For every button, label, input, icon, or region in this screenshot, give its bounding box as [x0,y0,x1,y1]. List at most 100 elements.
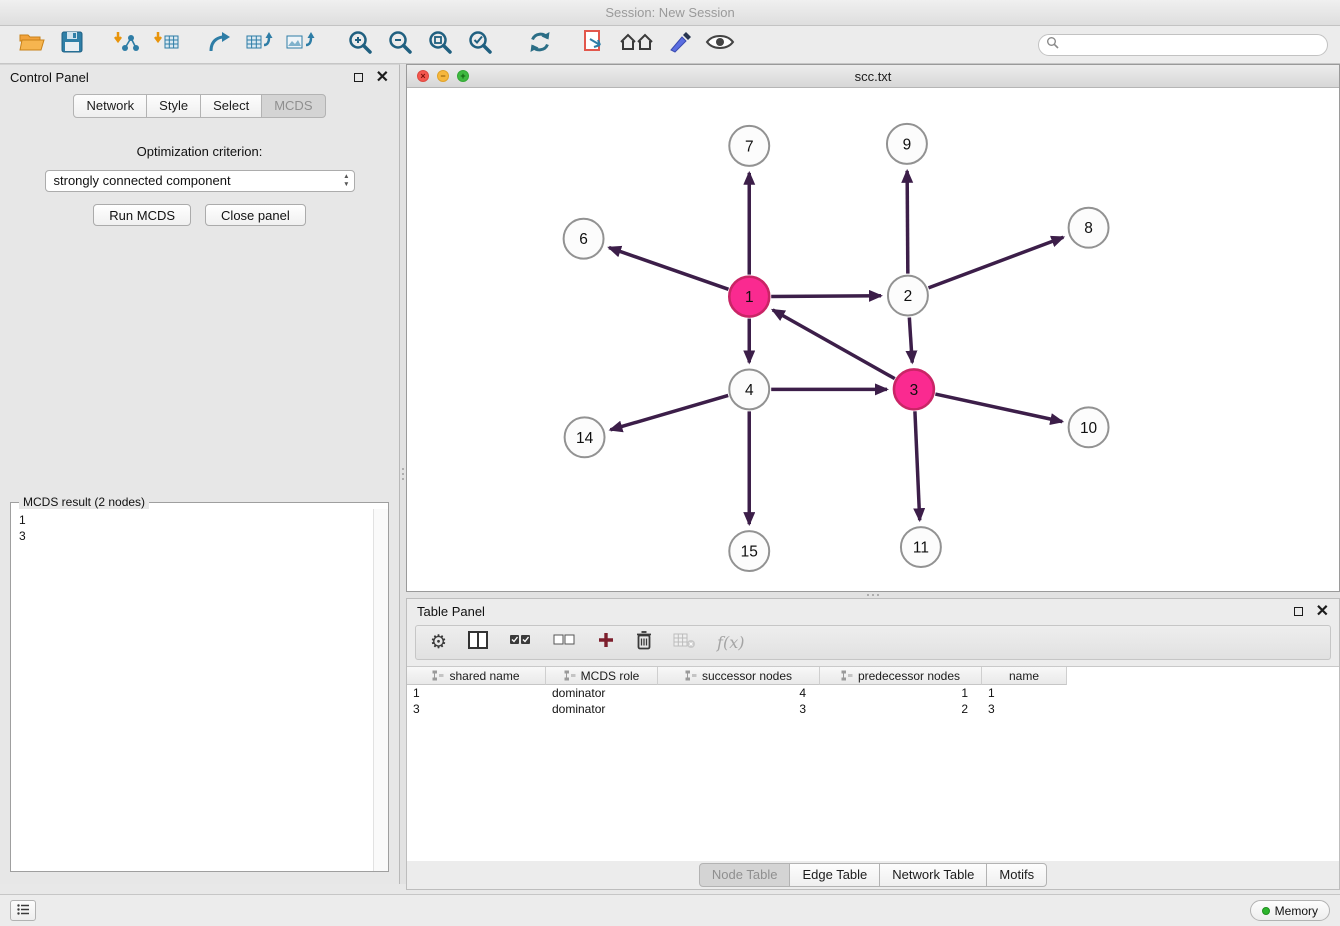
criterion-dropdown[interactable]: strongly connected component ▲▼ [45,170,355,192]
cell-predecessor-nodes[interactable]: 1 [820,685,982,701]
table-row[interactable]: 3 dominator 3 2 3 [407,701,1339,717]
houses-icon [619,31,655,58]
export-image-button[interactable] [285,30,315,60]
graph-edge-2-3[interactable] [909,318,912,363]
graph-node-label: 1 [745,289,754,306]
memory-button[interactable]: Memory [1250,900,1330,921]
document-share-icon [581,29,607,60]
cell-name[interactable]: 1 [982,685,1067,701]
run-mcds-button[interactable]: Run MCDS [93,204,191,226]
cell-predecessor-nodes[interactable]: 2 [820,701,982,717]
style-paint-button[interactable] [665,30,695,60]
cell-name[interactable]: 3 [982,701,1067,717]
delete-table-icon[interactable] [673,632,696,654]
search-icon [1046,36,1059,54]
graph-edge-4-14[interactable] [610,395,728,429]
cell-shared-name[interactable]: 3 [407,701,546,717]
first-neighbors-button[interactable] [619,30,655,60]
mcds-result-legend: MCDS result (2 nodes) [19,495,149,509]
open-session-button[interactable] [17,30,47,60]
show-columns-icon[interactable] [468,631,488,654]
control-panel-tabs: Network Style Select MCDS [0,94,399,118]
show-hide-button[interactable] [705,30,735,60]
refresh-icon [527,30,553,59]
column-header-mcds-role[interactable]: MCDS role [546,667,658,685]
float-table-panel-icon[interactable] [1294,607,1303,616]
column-header-predecessor-nodes[interactable]: predecessor nodes [820,667,982,685]
graph-edge-2-8[interactable] [928,237,1063,288]
cell-successor-nodes[interactable]: 3 [658,701,820,717]
tab-node-table[interactable]: Node Table [699,863,791,887]
float-panel-icon[interactable] [354,73,363,82]
column-header-successor-nodes[interactable]: successor nodes [658,667,820,685]
task-history-button[interactable] [10,900,36,921]
graph-edge-3-1[interactable] [773,310,895,379]
result-scrollbar[interactable] [373,509,388,871]
column-header-name[interactable]: name [982,667,1067,685]
select-all-columns-icon[interactable] [509,632,532,653]
graph-node-label: 10 [1080,420,1097,437]
column-header-shared-name[interactable]: shared name [407,667,546,685]
window-titlebar[interactable]: Session: New Session [0,0,1340,26]
close-panel-icon[interactable]: ✕ [376,70,389,86]
column-label: predecessor nodes [858,669,960,683]
graph-edge-2-9[interactable] [907,171,908,274]
export-network-button[interactable] [205,30,235,60]
refresh-view-button[interactable] [525,30,555,60]
unselect-all-columns-icon[interactable] [553,632,576,653]
cell-mcds-role[interactable]: dominator [546,685,658,701]
network-canvas[interactable]: 7968124314101511 [407,88,1339,591]
minimize-window-icon[interactable]: − [437,70,449,82]
tab-style[interactable]: Style [146,94,201,118]
import-network-icon [111,30,141,59]
column-attr-icon [841,670,853,681]
zoom-fit-button[interactable] [425,30,455,60]
tab-network[interactable]: Network [73,94,147,118]
save-session-button[interactable] [57,30,87,60]
node-table: shared name MCDS role successor nodes pr… [407,666,1339,861]
search-input[interactable] [1064,38,1320,52]
table-row[interactable]: 1 dominator 4 1 1 [407,685,1339,701]
graph-node-label: 4 [745,382,754,399]
tab-motifs[interactable]: Motifs [986,863,1047,887]
graph-edge-1-2[interactable] [771,296,881,297]
graph-node-label: 11 [913,540,929,557]
close-table-panel-icon[interactable]: ✕ [1316,604,1329,620]
memory-status-icon [1262,907,1270,915]
maximize-window-icon[interactable]: + [457,70,469,82]
cell-successor-nodes[interactable]: 4 [658,685,820,701]
graph-edge-3-10[interactable] [935,394,1062,422]
graph-edge-1-6[interactable] [609,248,728,290]
export-image-icon [285,30,315,59]
graph-edge-3-11[interactable] [915,411,920,520]
table-header-row: shared name MCDS role successor nodes pr… [407,667,1339,685]
network-window-titlebar[interactable]: scc.txt × − + [407,65,1339,88]
delete-column-trash-icon[interactable] [636,630,652,655]
memory-label: Memory [1275,904,1318,918]
zoom-out-button[interactable] [385,30,415,60]
table-settings-gear-icon[interactable]: ⚙ [430,633,447,652]
control-panel-header: Control Panel ✕ [0,65,399,90]
cell-shared-name[interactable]: 1 [407,685,546,701]
tab-network-table[interactable]: Network Table [879,863,987,887]
tab-edge-table[interactable]: Edge Table [789,863,880,887]
export-table-button[interactable] [245,30,275,60]
zoom-in-button[interactable] [345,30,375,60]
network-from-file-button[interactable] [579,30,609,60]
column-attr-icon [685,670,697,681]
zoom-selected-button[interactable] [465,30,495,60]
import-network-button[interactable] [111,30,141,60]
column-label: successor nodes [702,669,792,683]
cell-mcds-role[interactable]: dominator [546,701,658,717]
function-builder-icon[interactable]: f(x) [717,633,744,652]
create-column-plus-icon[interactable] [597,631,615,654]
close-window-icon[interactable]: × [417,70,429,82]
app-window: Session: New Session [0,0,1340,926]
tab-select[interactable]: Select [200,94,262,118]
network-graph[interactable]: 7968124314101511 [407,88,1339,591]
tab-mcds[interactable]: MCDS [261,94,325,118]
close-panel-button[interactable]: Close panel [205,204,306,226]
graph-node-label: 7 [745,138,754,155]
mcds-result-box: MCDS result (2 nodes) 1 3 [10,495,389,872]
import-table-button[interactable] [151,30,181,60]
